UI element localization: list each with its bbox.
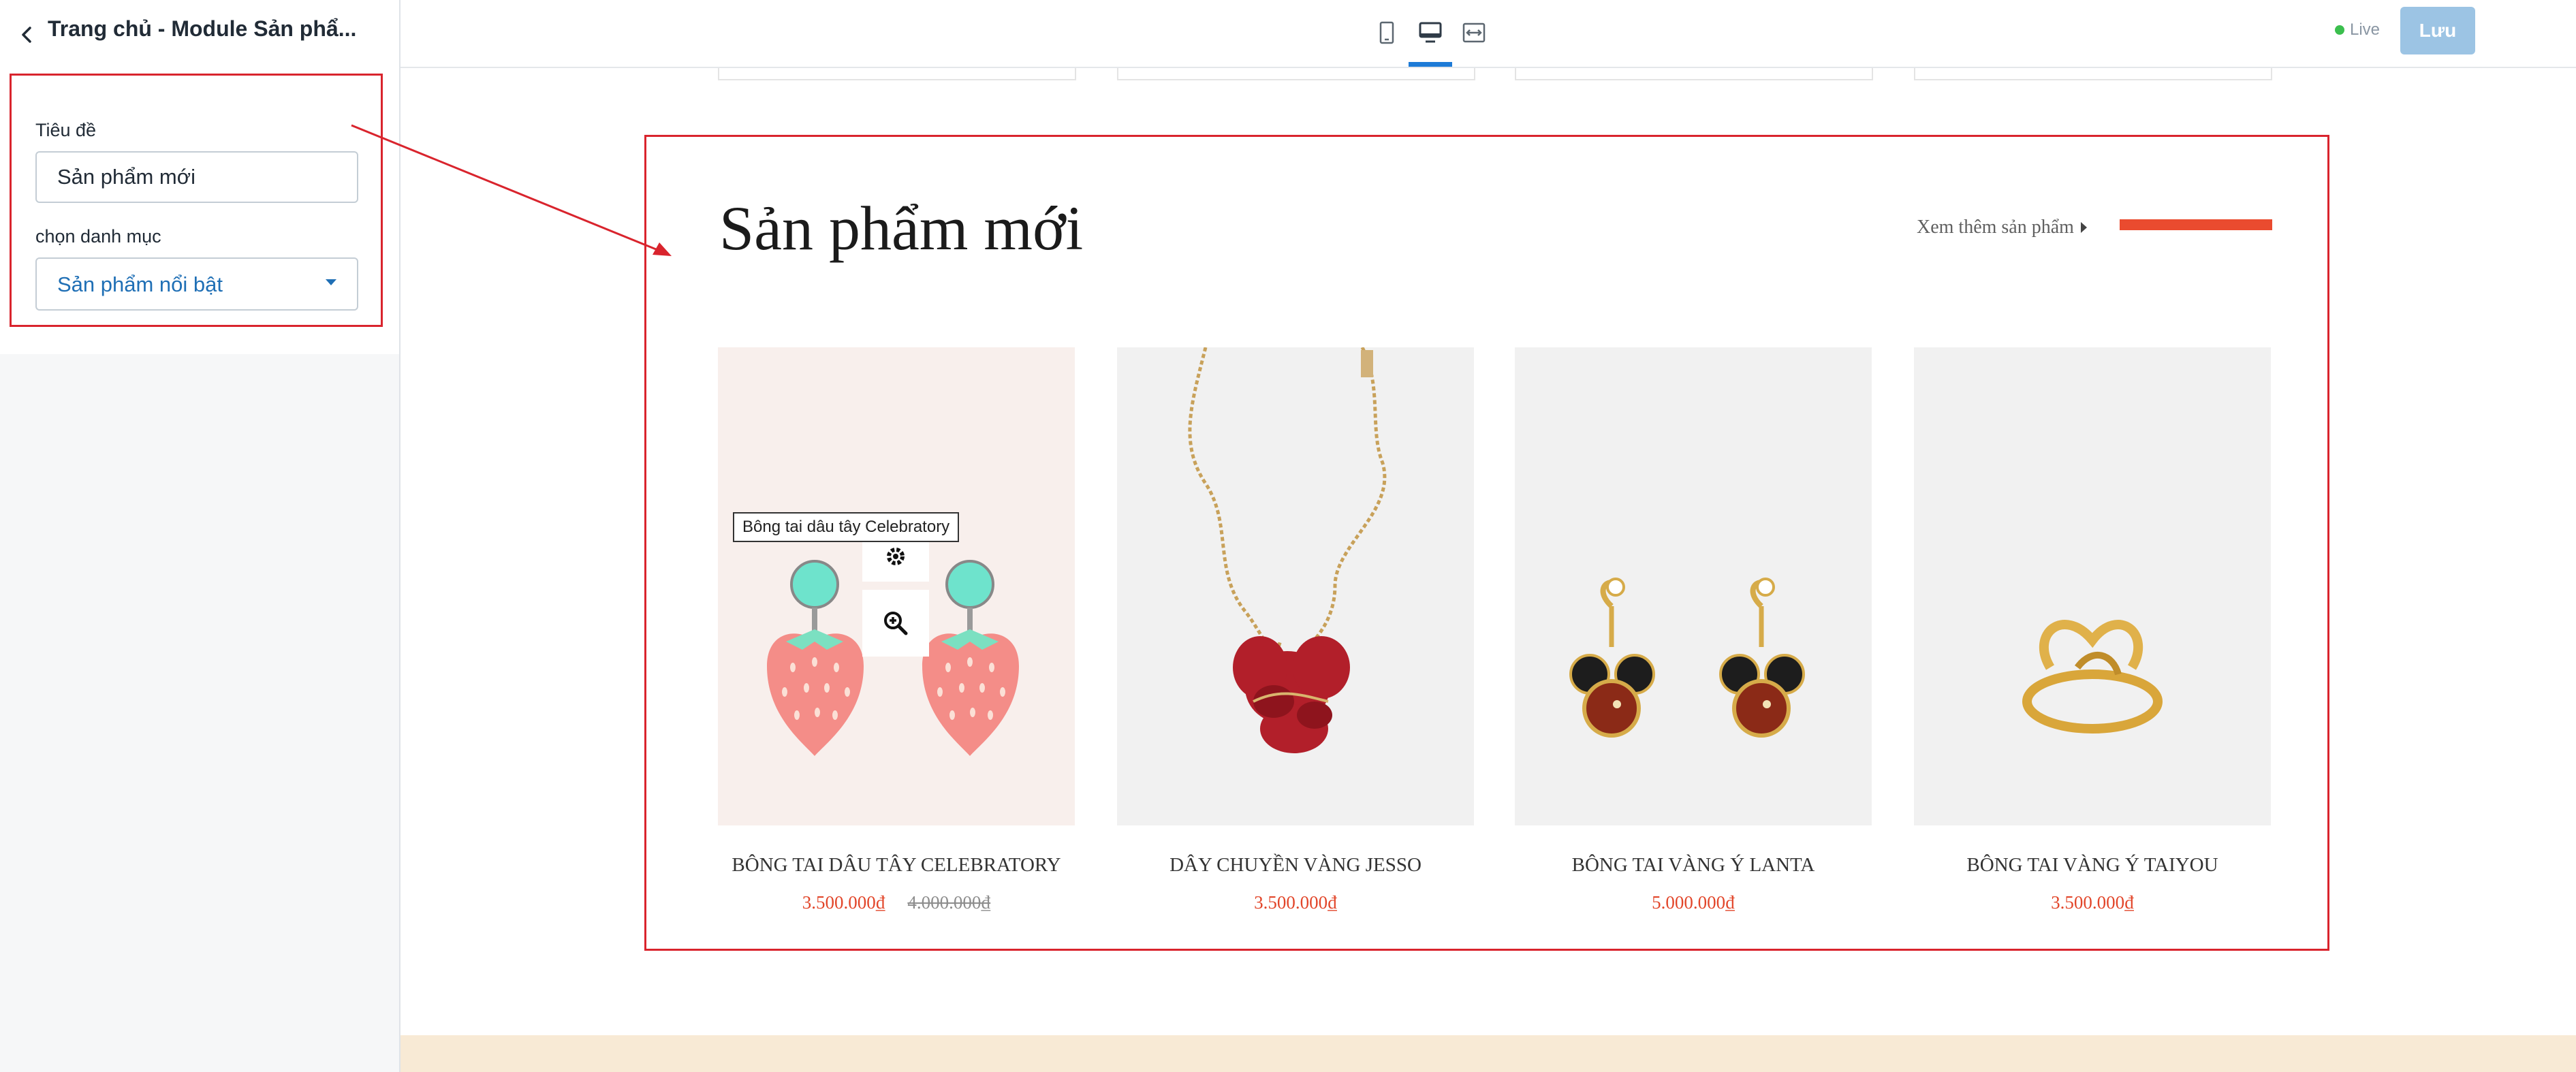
product-price: 3.500.000₫ — [802, 892, 885, 913]
product-price: 5.000.000₫ — [1652, 892, 1735, 913]
live-status: Live — [2335, 20, 2380, 40]
category-field-label: chọn danh mục — [35, 226, 161, 247]
product-name[interactable]: BÔNG TAI VÀNG Ý TAIYOU — [1887, 854, 2298, 877]
gold-ring-image — [2022, 620, 2163, 734]
mickey-earrings-image — [1569, 578, 1805, 738]
desktop-icon — [1419, 22, 1442, 43]
footer-section — [400, 1035, 2576, 1072]
product-card[interactable]: BÔNG TAI DÂU TÂY CELEBRATORY 3.500.000₫ … — [718, 347, 1075, 913]
accent-bar — [2120, 219, 2272, 230]
previous-section-card — [718, 68, 1076, 80]
product-price: 3.500.000₫ — [2051, 892, 2134, 913]
product-image[interactable] — [1117, 347, 1474, 825]
caret-down-icon — [326, 279, 336, 285]
product-image[interactable] — [718, 347, 1075, 825]
product-card[interactable]: BÔNG TAI VÀNG Ý TAIYOU 3.500.000₫ — [1914, 347, 2271, 913]
product-prices: 5.000.000₫ — [1488, 892, 1899, 913]
view-more-label: Xem thêm sản phẩm — [1917, 217, 2074, 238]
active-device-indicator — [1409, 62, 1452, 67]
product-prices: 3.500.000₫ 4.000.000₫ — [691, 892, 1102, 913]
product-name[interactable]: DÂY CHUYỀN VÀNG JESSO — [1090, 854, 1501, 877]
preview-canvas: Sản phẩm mới Xem thêm sản phẩm BÔNG TAI … — [400, 68, 2576, 1072]
product-name[interactable]: BÔNG TAI DÂU TÂY CELEBRATORY — [691, 854, 1102, 877]
product-old-price: 4.000.000₫ — [907, 892, 991, 913]
mobile-icon — [1379, 21, 1394, 44]
previous-section-card — [1117, 68, 1475, 80]
product-name[interactable]: BÔNG TAI VÀNG Ý LANTA — [1488, 854, 1899, 877]
fullwidth-icon — [1462, 22, 1486, 43]
mobile-view-button[interactable] — [1370, 16, 1403, 49]
gear-icon — [887, 548, 905, 565]
sidebar-header: Trang chủ - Module Sản phẩ... — [0, 0, 399, 69]
product-card[interactable]: DÂY CHUYỀN VÀNG JESSO 3.500.000₫ — [1117, 347, 1474, 913]
live-dot-icon — [2335, 25, 2344, 35]
product-card[interactable]: BÔNG TAI VÀNG Ý LANTA 5.000.000₫ — [1515, 347, 1872, 913]
zoom-in-icon — [884, 612, 908, 635]
editor-toolbar: Live Lưu — [400, 0, 2576, 68]
section-title: Sản phẩm mới — [719, 193, 1084, 263]
strawberry-earrings-image — [767, 560, 1019, 756]
module-settings-panel: Tiêu đề chọn danh mục Sản phẩm nổi bật — [0, 68, 399, 354]
sidebar-title: Trang chủ - Module Sản phẩ... — [48, 16, 357, 41]
previous-section-card — [1914, 68, 2272, 80]
view-more-link[interactable]: Xem thêm sản phẩm — [1917, 217, 2087, 238]
back-button[interactable] — [10, 18, 44, 52]
previous-section-card — [1515, 68, 1873, 80]
title-field-label: Tiêu đề — [35, 120, 97, 140]
product-prices: 3.500.000₫ — [1090, 892, 1501, 913]
settings-sidebar: Trang chủ - Module Sản phẩ... Tiêu đề ch… — [0, 0, 400, 1072]
desktop-view-button[interactable] — [1414, 16, 1447, 49]
product-prices: 3.500.000₫ — [1887, 892, 2298, 913]
save-button[interactable]: Lưu — [2400, 7, 2475, 54]
caret-right-icon — [2080, 222, 2087, 233]
product-image[interactable] — [1515, 347, 1872, 825]
product-price: 3.500.000₫ — [1254, 892, 1337, 913]
chevron-left-icon — [22, 27, 31, 43]
category-selected-value: Sản phẩm nổi bật — [57, 272, 223, 296]
live-label: Live — [2350, 20, 2381, 39]
product-tooltip: Bông tai dâu tây Celebratory — [733, 512, 960, 542]
necklace-image — [1188, 347, 1387, 753]
category-select[interactable]: Sản phẩm nổi bật — [35, 257, 358, 311]
fullwidth-view-button[interactable] — [1458, 16, 1490, 49]
product-image[interactable] — [1914, 347, 2271, 825]
title-input[interactable] — [35, 151, 358, 203]
quick-view-button[interactable] — [862, 590, 929, 657]
